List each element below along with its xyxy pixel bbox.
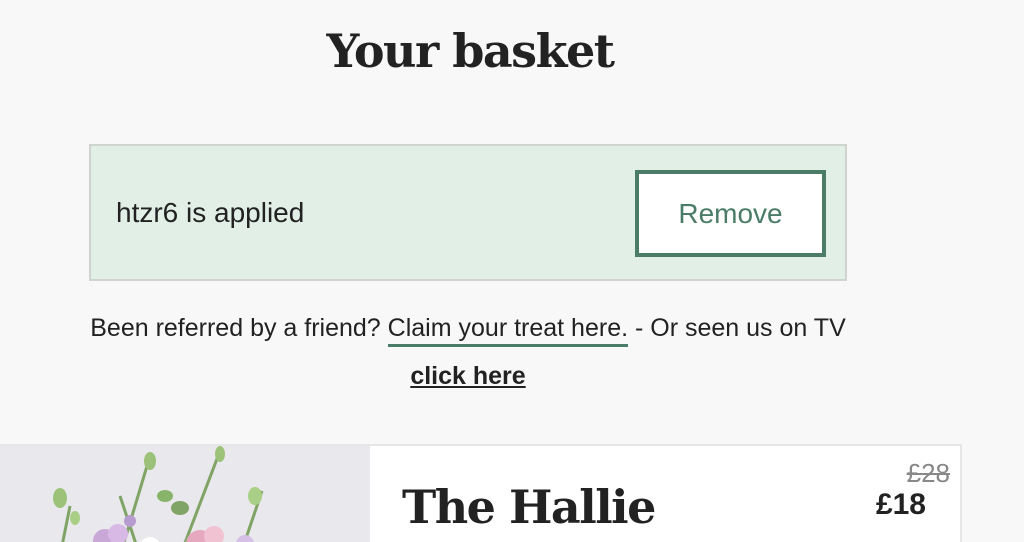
product-name[interactable]: The Hallie [402, 480, 656, 534]
basket-item: The Hallie £28 £18 [0, 444, 962, 542]
promo-code-banner: htzr6 is applied Remove [89, 144, 847, 281]
flower-bouquet-image[interactable] [0, 446, 370, 542]
referral-prefix: Been referred by a friend? [90, 314, 381, 342]
referral-message: Been referred by a friend? Claim your tr… [89, 304, 847, 400]
referral-middle: - Or seen us on TV [635, 314, 846, 342]
remove-promo-button[interactable]: Remove [635, 170, 826, 257]
tv-offer-link[interactable]: click here [410, 362, 525, 390]
bouquet-illustration [0, 446, 370, 542]
original-price: £28 [906, 458, 950, 488]
page-title: Your basket [326, 24, 615, 78]
promo-applied-text: htzr6 is applied [116, 196, 305, 228]
discounted-price: £18 [875, 488, 926, 521]
claim-treat-link[interactable]: Claim your treat here. [387, 314, 629, 347]
basket-page: Your basket htzr6 is applied Remove Been… [0, 0, 1024, 542]
